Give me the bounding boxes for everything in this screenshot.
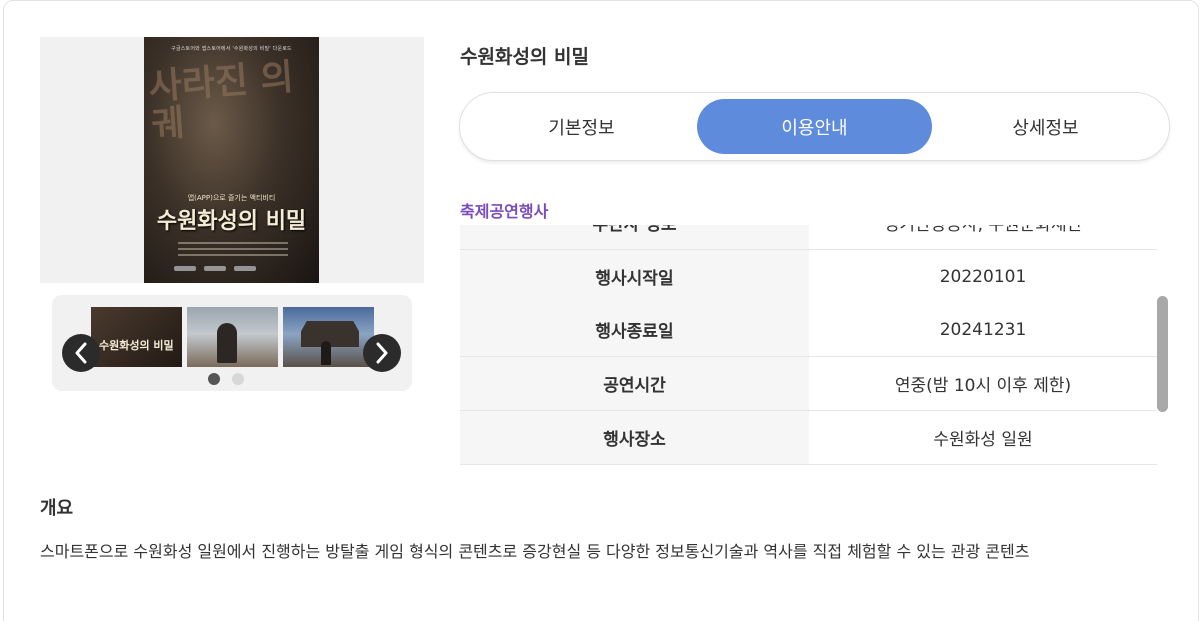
table-scrollbar[interactable] <box>1157 296 1168 412</box>
table-key: 행사종료일 <box>460 303 809 356</box>
walker-figure <box>321 341 331 365</box>
category-label: 축제공연행사 <box>460 198 549 222</box>
thumbnail-poster-title: 수원화성의 비밀 <box>99 339 174 352</box>
poster-title: 수원화성의 비밀 <box>156 209 307 234</box>
tab-basic-info[interactable]: 기본정보 <box>464 99 699 154</box>
poster-fine-print <box>178 242 288 260</box>
tab-usage-guide[interactable]: 이용안내 <box>697 99 932 154</box>
table-row: 행사시작일 20220101 <box>460 250 1157 304</box>
thumbnail-poster[interactable]: 수원화성의 비밀 <box>91 307 182 367</box>
table-key: 행사장소 <box>460 411 809 464</box>
chevron-right-icon <box>376 342 388 364</box>
person-figure <box>217 323 237 363</box>
poster-subtitle: 앱(APP)으로 즐기는 액티비티 <box>187 194 276 202</box>
table-value: 20220101 <box>809 250 1157 303</box>
table-value: 연중(밤 10시 이후 제한) <box>809 357 1157 410</box>
table-row: 행사종료일 20241231 <box>460 303 1157 357</box>
table-key: 주관사 정보 <box>460 225 809 249</box>
overview-heading: 개요 <box>40 498 74 519</box>
table-row: 주관사 정보 경기관광공사, 수원문화재단 <box>460 225 1157 250</box>
tab-detail-info[interactable]: 상세정보 <box>928 99 1163 154</box>
main-image-frame: 구글스토어와 앱스토어에서 '수원화성의 비밀' 다운로드 사라진 의궤 앱(A… <box>40 37 424 283</box>
table-value: 경기관광공사, 수원문화재단 <box>809 225 1157 249</box>
table-row: 공연시간 연중(밤 10시 이후 제한) <box>460 357 1157 411</box>
table-value: 수원화성 일원 <box>809 411 1157 464</box>
info-table[interactable]: 주관사 정보 경기관광공사, 수원문화재단 행사시작일 20220101 행사종… <box>460 225 1157 465</box>
carousel-dot-1[interactable] <box>208 373 220 385</box>
table-value: 20241231 <box>809 303 1157 356</box>
thumbnail-fortress-gate[interactable] <box>283 307 374 367</box>
chevron-left-icon <box>75 342 87 364</box>
thumbnail-visitor-photo[interactable] <box>187 307 278 367</box>
table-key: 공연시간 <box>460 357 809 410</box>
carousel-dots <box>208 373 244 385</box>
table-row: 행사장소 수원화성 일원 <box>460 411 1157 465</box>
poster-top-line: 구글스토어와 앱스토어에서 '수원화성의 비밀' 다운로드 <box>171 46 292 52</box>
carousel-next-button[interactable] <box>363 334 401 372</box>
thumbnail-carousel: 수원화성의 비밀 <box>52 295 412 391</box>
event-title: 수원화성의 비밀 <box>460 46 589 68</box>
poster-logos <box>174 266 256 271</box>
table-key: 행사시작일 <box>460 250 809 303</box>
poster-watermark: 사라진 의궤 <box>147 55 295 146</box>
overview-text: 스마트폰으로 수원화성 일원에서 진행하는 방탈출 게임 형식의 콘텐츠로 증강… <box>40 542 1030 561</box>
carousel-prev-button[interactable] <box>62 334 100 372</box>
event-poster[interactable]: 구글스토어와 앱스토어에서 '수원화성의 비밀' 다운로드 사라진 의궤 앱(A… <box>144 37 319 283</box>
carousel-dot-2[interactable] <box>232 373 244 385</box>
info-tabs: 기본정보 이용안내 상세정보 <box>459 92 1170 161</box>
